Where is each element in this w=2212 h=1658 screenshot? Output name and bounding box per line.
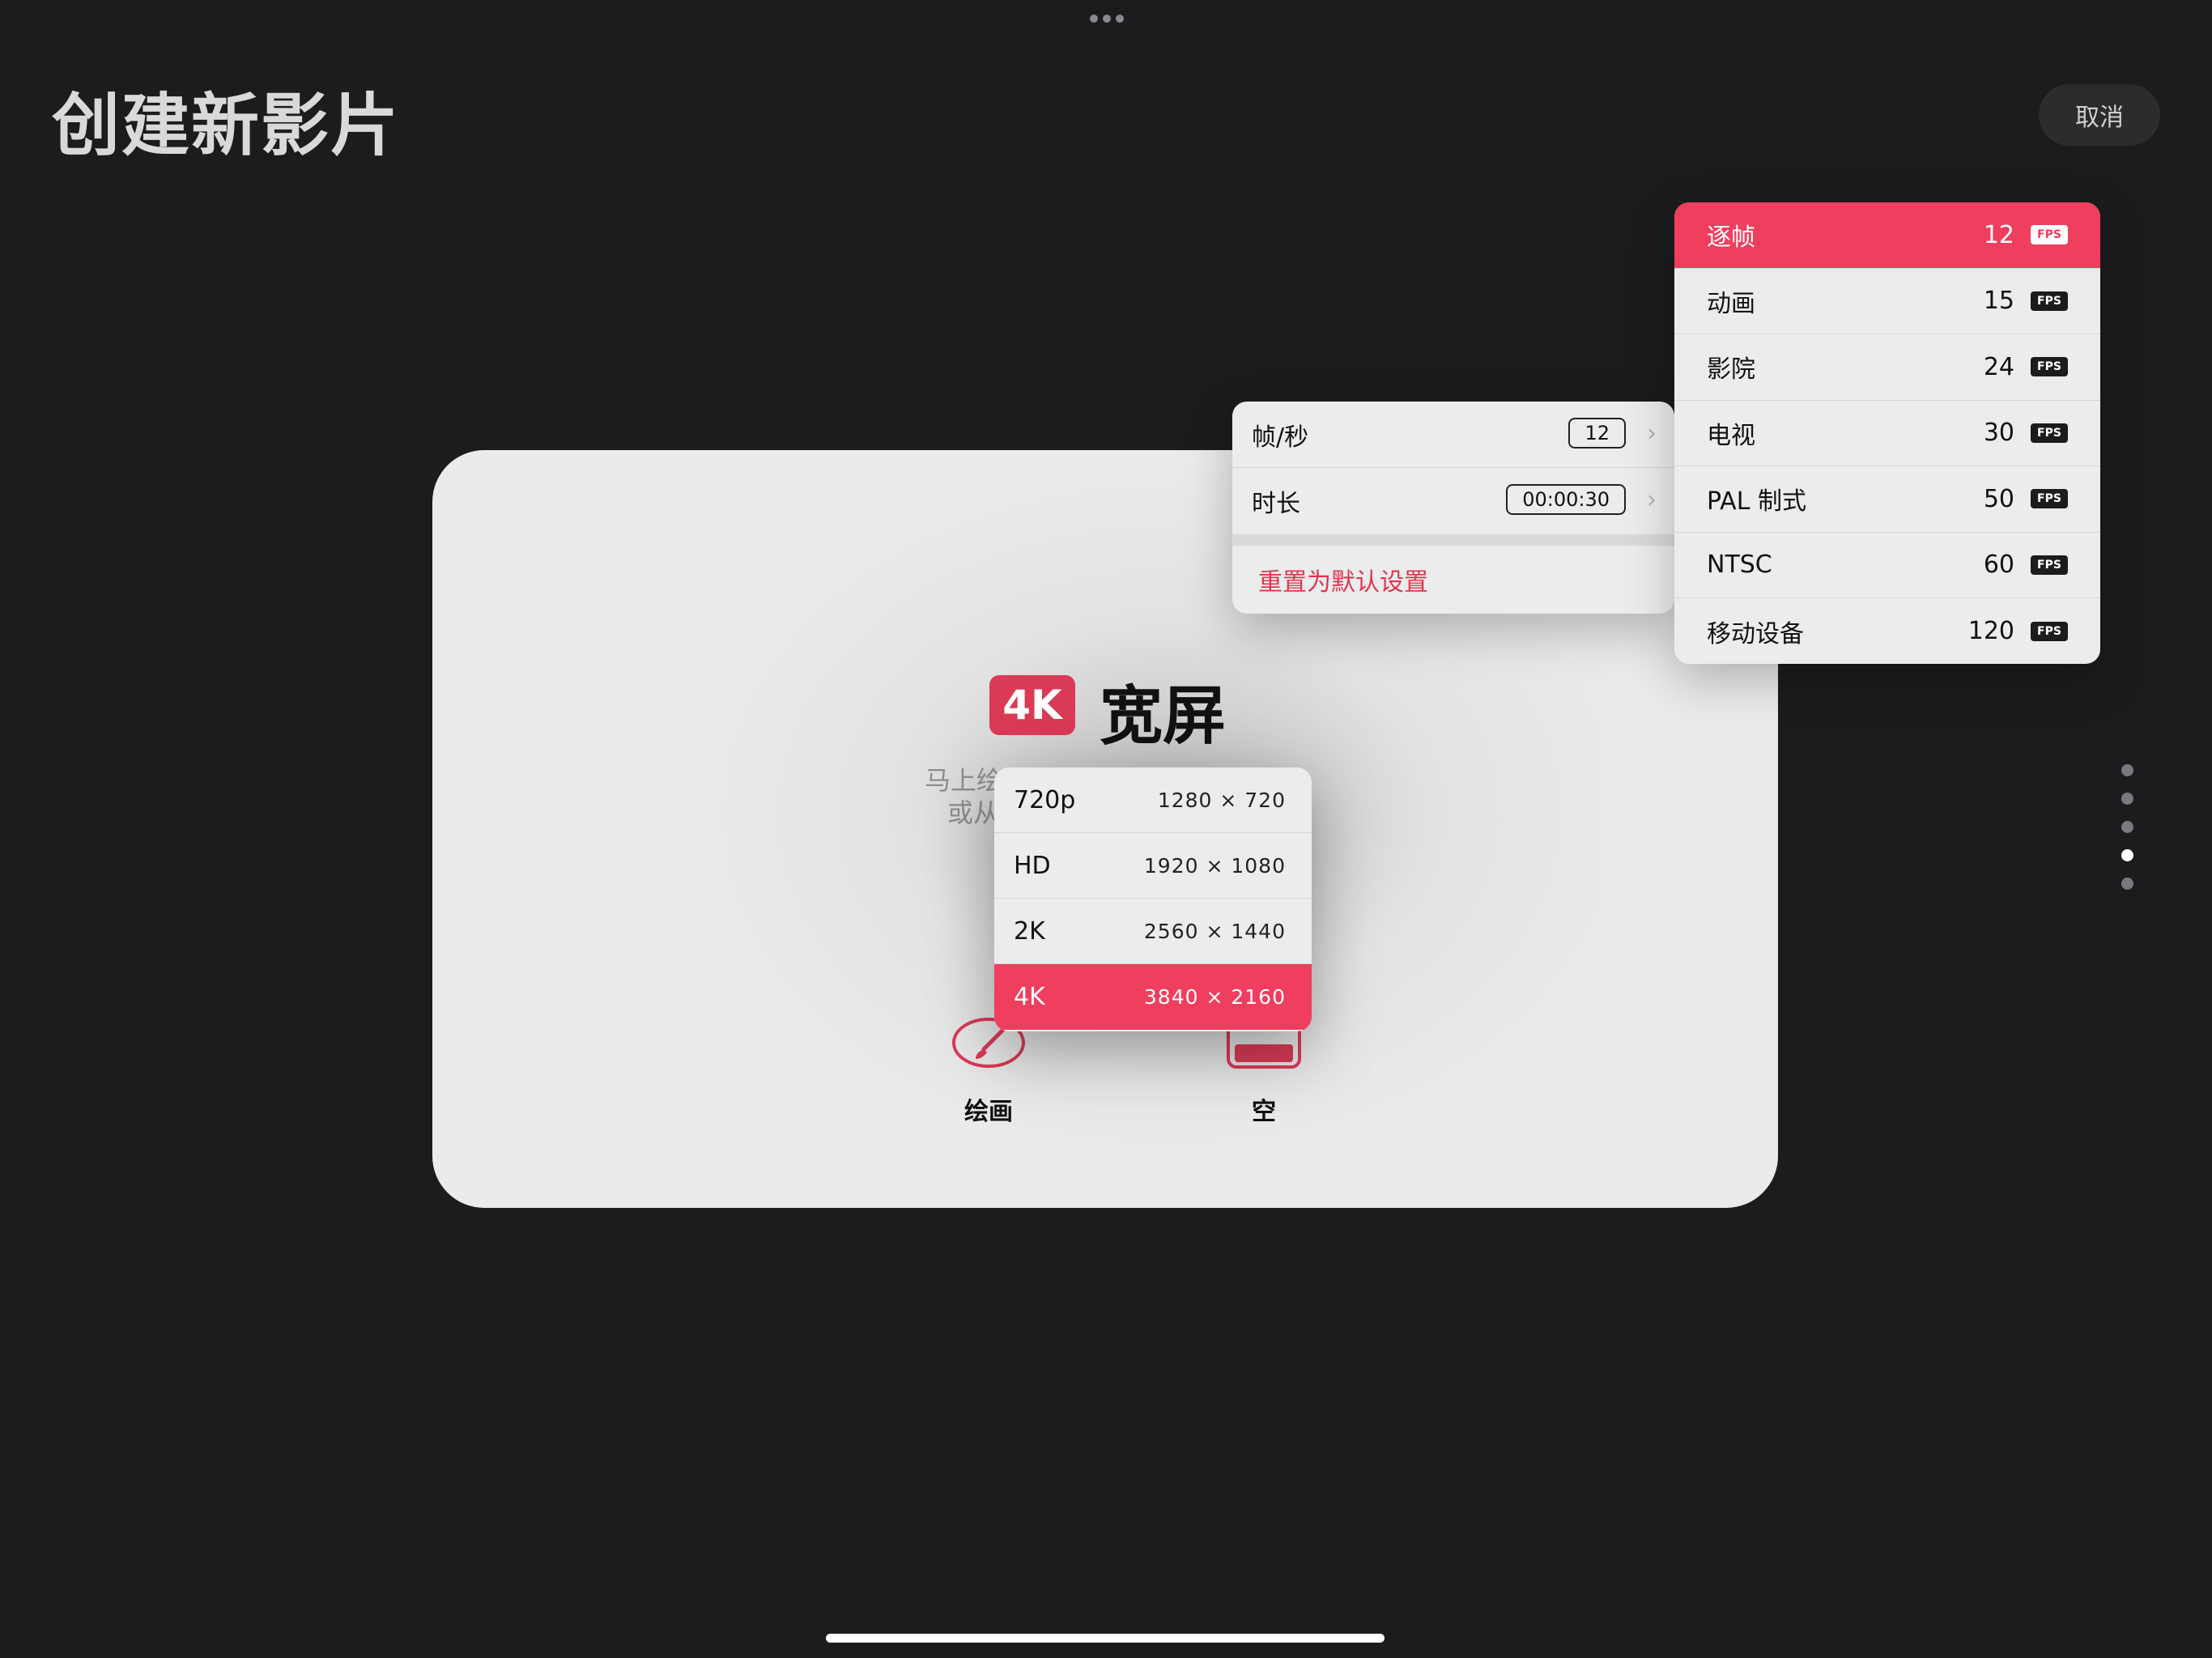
fps-option-mobile[interactable]: 移动设备 120 FPS: [1674, 598, 2100, 664]
page-dot[interactable]: [2121, 764, 2133, 776]
fps-setting-row[interactable]: 帧/秒 12 ›: [1232, 402, 1674, 468]
resolution-option-2k[interactable]: 2K 2560 × 1440: [994, 899, 1312, 964]
fps-option-cinema[interactable]: 影院 24 FPS: [1674, 334, 2100, 401]
fps-option-pal[interactable]: PAL 制式 50 FPS: [1674, 466, 2100, 533]
fps-option-value: 30: [1983, 419, 2014, 448]
format-title[interactable]: 宽屏: [1100, 665, 1226, 756]
duration-setting-row[interactable]: 时长 00:00:30 ›: [1232, 468, 1674, 534]
resolution-badge[interactable]: 4K: [989, 675, 1075, 735]
page-dot[interactable]: [2121, 878, 2133, 890]
page-title: 创建新影片: [52, 86, 401, 165]
fps-tag: FPS: [2031, 489, 2068, 509]
option-paint-label: 绘画: [964, 1098, 1013, 1126]
fps-option-value: 50: [1983, 484, 2014, 513]
fps-option-stop-motion[interactable]: 逐帧 12 FPS: [1674, 202, 2100, 269]
card-subtext: 马上绘 或从: [925, 764, 999, 829]
resolution-option-4k[interactable]: 4K 3840 × 2160: [994, 964, 1312, 1030]
resolution-dims: 2560 × 1440: [1143, 919, 1286, 943]
option-blank-label: 空: [1252, 1098, 1276, 1126]
home-indicator[interactable]: [826, 1634, 1385, 1643]
fps-tag: FPS: [2031, 291, 2068, 311]
fps-option-name: 逐帧: [1707, 223, 1755, 253]
handle-dot: [1103, 15, 1111, 23]
fps-option-name: 移动设备: [1707, 619, 1804, 648]
fps-option-name: 影院: [1707, 355, 1755, 385]
subtext-line-1: 马上绘: [925, 765, 999, 796]
resolution-name: 4K: [1014, 983, 1045, 1011]
option-paint[interactable]: 绘画: [928, 1017, 1049, 1127]
fps-option-value: 60: [1983, 551, 2014, 580]
resolution-menu: 720p 1280 × 720 HD 1920 × 1080 2K 2560 ×…: [994, 767, 1312, 1031]
resolution-name: HD: [1014, 851, 1051, 880]
fps-option-ntsc[interactable]: NTSC 60 FPS: [1674, 533, 2100, 598]
page-dot[interactable]: [2121, 821, 2133, 833]
duration-setting-label: 时长: [1252, 490, 1300, 518]
multitasking-handle[interactable]: [1090, 15, 1124, 24]
resolution-option-720p[interactable]: 720p 1280 × 720: [994, 767, 1312, 833]
settings-separator: [1232, 534, 1674, 546]
fps-option-value: 12: [1983, 220, 2014, 249]
fps-option-value: 15: [1983, 287, 2014, 316]
resolution-dims: 1280 × 720: [1157, 788, 1286, 812]
fps-tag: FPS: [2031, 357, 2068, 377]
fps-option-name: PAL 制式: [1707, 487, 1806, 517]
option-blank[interactable]: 空: [1203, 1017, 1325, 1127]
chevron-right-icon: ›: [1647, 486, 1657, 514]
cancel-button[interactable]: 取消: [2039, 84, 2160, 146]
fps-option-name: 动画: [1707, 289, 1755, 318]
resolution-option-hd[interactable]: HD 1920 × 1080: [994, 833, 1312, 899]
fps-setting-value: 12: [1568, 418, 1626, 449]
chevron-right-icon: ›: [1647, 419, 1657, 448]
fps-option-value: 120: [1967, 617, 2014, 646]
fps-menu: 逐帧 12 FPS 动画 15 FPS 影院 24 FPS 电视 30 FPS …: [1674, 202, 2100, 664]
fps-option-name: NTSC: [1707, 551, 1772, 580]
fps-option-value: 24: [1983, 352, 2014, 381]
fps-option-name: 电视: [1707, 421, 1755, 450]
subtext-line-2: 或从: [946, 797, 999, 828]
fps-option-animation[interactable]: 动画 15 FPS: [1674, 269, 2100, 334]
resolution-name: 720p: [1014, 785, 1076, 814]
page-indicator[interactable]: [2121, 764, 2138, 890]
fps-option-tv[interactable]: 电视 30 FPS: [1674, 401, 2100, 466]
reset-defaults-button[interactable]: 重置为默认设置: [1232, 546, 1674, 614]
resolution-name: 2K: [1014, 916, 1045, 946]
page-dot[interactable]: [2121, 793, 2133, 805]
resolution-dims: 3840 × 2160: [1143, 985, 1286, 1009]
page-dot-active[interactable]: [2121, 849, 2133, 861]
handle-dot: [1116, 15, 1124, 23]
resolution-dims: 1920 × 1080: [1143, 853, 1286, 878]
fps-tag: FPS: [2031, 555, 2068, 575]
fps-setting-label: 帧/秒: [1252, 423, 1309, 452]
settings-popover: 帧/秒 12 › 时长 00:00:30 › 重置为默认设置: [1232, 402, 1674, 614]
fps-tag: FPS: [2031, 423, 2068, 443]
handle-dot: [1090, 15, 1098, 23]
duration-setting-value: 00:00:30: [1506, 484, 1626, 515]
fps-tag: FPS: [2031, 225, 2068, 245]
fps-tag: FPS: [2031, 621, 2068, 641]
